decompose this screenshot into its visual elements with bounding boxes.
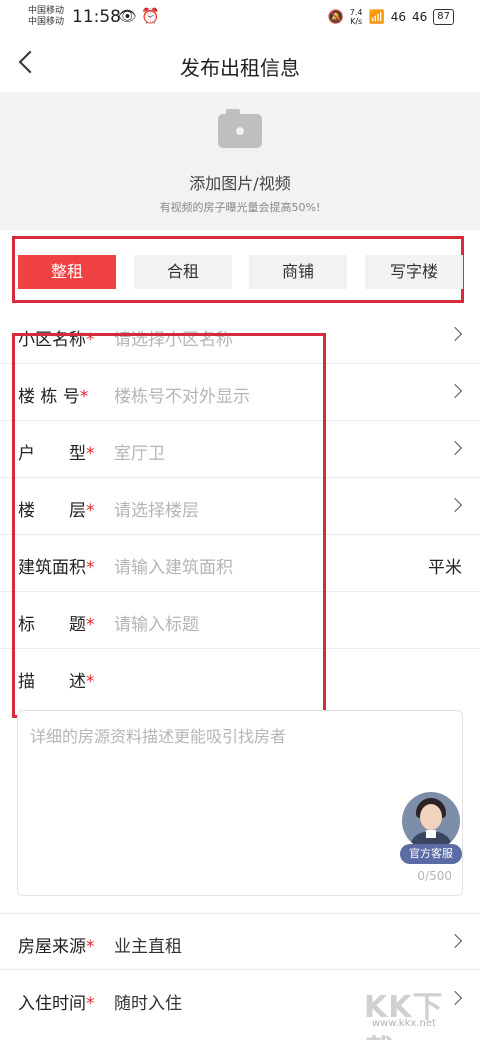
wifi-icon: 📶 <box>368 9 385 25</box>
watermark-text: KK下载 <box>364 990 444 1040</box>
required-mark: * <box>86 937 95 957</box>
area-unit: 平米 <box>428 558 462 578</box>
description-textarea[interactable]: 详细的房源资料描述更能吸引找房者 <box>17 710 463 896</box>
tab-shop[interactable]: 商铺 <box>249 255 347 289</box>
carrier-2: 中国移动 <box>28 17 65 27</box>
avatar-collar <box>426 830 436 838</box>
nav-bar: 发布出租信息 <box>0 36 480 92</box>
carrier-info: 中国移动 中国移动 <box>28 6 64 28</box>
signal-2-icon: 46 <box>411 10 428 24</box>
eye-icon: 👁 <box>118 7 142 25</box>
chevron-right-icon <box>447 933 463 949</box>
source-value[interactable]: 业主直租 <box>114 932 182 957</box>
page-title: 发布出租信息 <box>180 56 300 80</box>
customer-service-button[interactable]: 官方客服 <box>400 792 462 864</box>
network-speed-unit: K/s <box>350 17 363 26</box>
network-speed-value: 7.4 <box>349 8 363 17</box>
add-media-area[interactable]: 添加图片/视频 有视频的房子曝光量会提高50%! <box>0 92 480 230</box>
field-label: 入住时间* <box>18 989 95 1014</box>
tab-whole-rent[interactable]: 整租 <box>18 255 116 289</box>
network-speed: 7.4 K/s <box>350 8 363 26</box>
chevron-right-icon <box>447 497 463 513</box>
carrier-1: 中国移动 <box>28 6 65 16</box>
chevron-right-icon <box>447 326 463 342</box>
clock: 11:58 <box>72 7 121 27</box>
chevron-right-icon <box>447 383 463 399</box>
form-row-source[interactable]: 房屋来源* 业主直租 <box>0 913 480 970</box>
tab-shared-rent[interactable]: 合租 <box>134 255 232 289</box>
tab-office[interactable]: 写字楼 <box>365 255 463 289</box>
avatar-face <box>420 804 442 830</box>
signal-1-icon: 46 <box>390 10 406 24</box>
mute-icon: 🔕 <box>327 9 344 25</box>
move-in-value[interactable]: 随时入住 <box>114 989 182 1014</box>
required-mark: * <box>86 994 95 1014</box>
watermark-url: www.kkx.net <box>372 1018 436 1029</box>
battery-icon: 87 <box>433 9 454 25</box>
status-system-icons: 🔕 7.4 K/s 📶 46 46 87 <box>328 8 454 26</box>
field-label-text: 入住时间 <box>18 994 86 1014</box>
chevron-right-icon <box>447 440 463 456</box>
description-counter: 0/500 <box>417 869 452 883</box>
status-app-icons: 👁⏰ <box>118 7 164 25</box>
camera-icon <box>218 109 262 148</box>
customer-service-label: 官方客服 <box>400 844 462 864</box>
alarm-icon: ⏰ <box>141 7 164 25</box>
field-label: 房屋来源* <box>18 932 95 957</box>
form-highlight-box <box>12 333 326 718</box>
add-media-title: 添加图片/视频 <box>189 174 291 193</box>
customer-service-avatar <box>402 792 460 850</box>
field-label-text: 房屋来源 <box>18 937 86 957</box>
watermark-logo: KK下载 www.kkx.net <box>358 982 468 1040</box>
add-media-hint: 有视频的房子曝光量会提高50%! <box>159 201 321 214</box>
status-bar: 中国移动 中国移动 11:58 👁⏰ 🔕 7.4 K/s 📶 46 46 87 <box>0 0 480 36</box>
